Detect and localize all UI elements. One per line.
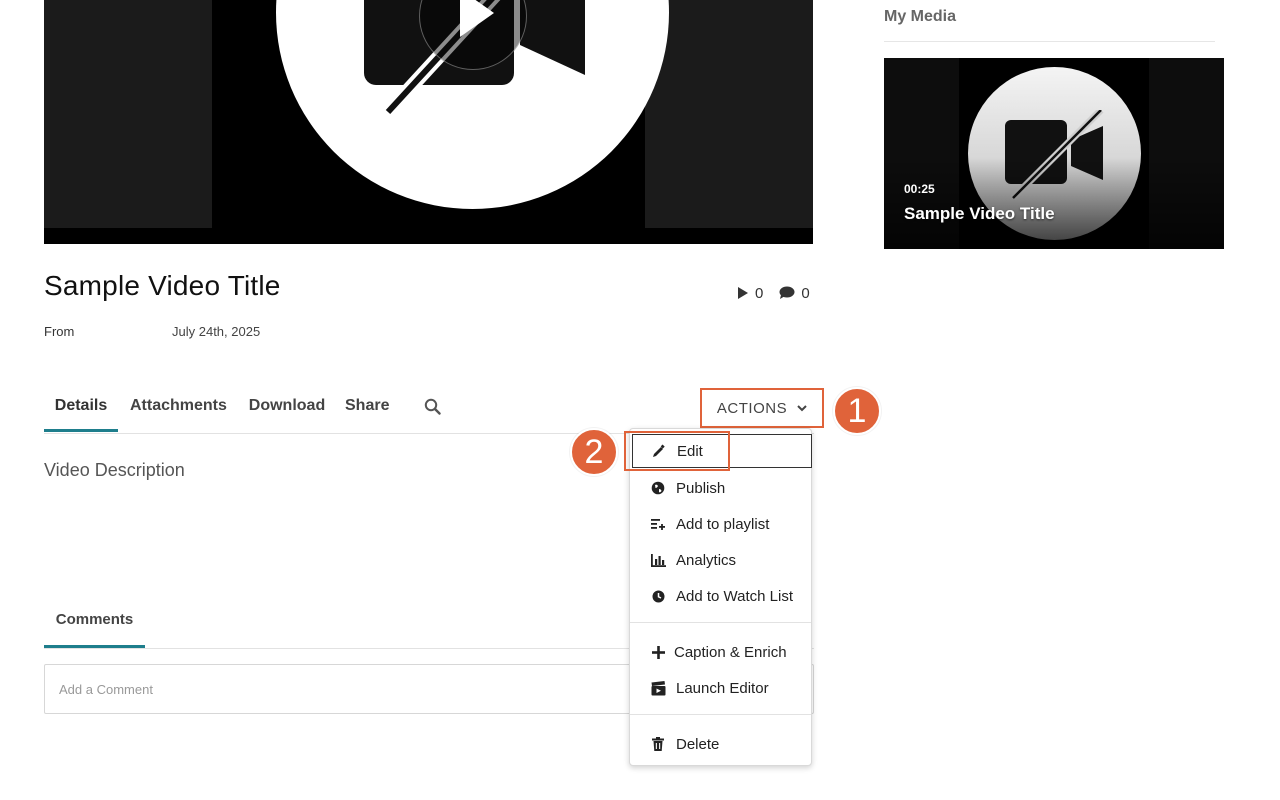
media-card[interactable]: 00:25 Sample Video Title [884, 58, 1224, 249]
card-title: Sample Video Title [904, 204, 1055, 223]
tab-download[interactable]: Download [247, 388, 327, 432]
video-title: Sample Video Title [44, 270, 281, 301]
actions-button[interactable]: ACTIONS [700, 388, 824, 428]
trash-icon [650, 736, 666, 752]
video-player[interactable] [44, 0, 813, 244]
menu-divider [630, 622, 811, 623]
callout-step-2: 2 [570, 428, 618, 476]
comments-stat: 0 [779, 284, 810, 302]
sidebar-divider [884, 41, 1215, 42]
menu-item-label: Add to Watch List [676, 587, 793, 605]
play-count-icon [738, 287, 748, 299]
menu-item-publish[interactable]: Publish [630, 471, 811, 505]
player-side-panel-right [645, 0, 813, 228]
menu-item-label: Publish [676, 479, 726, 497]
clock-icon [650, 588, 666, 604]
playlist-add-icon [650, 516, 666, 532]
callout-step-1: 1 [833, 387, 881, 435]
comments-count: 0 [801, 284, 810, 302]
play-button[interactable] [419, 0, 527, 70]
bar-chart-icon [650, 552, 666, 568]
video-description: Video Description [44, 460, 185, 480]
tab-share[interactable]: Share [345, 388, 389, 432]
video-stats: 0 0 [737, 283, 810, 303]
card-duration: 00:25 [904, 182, 935, 196]
plays-stat: 0 [737, 285, 763, 302]
menu-item-label: Edit [677, 442, 703, 460]
tab-comments[interactable]: Comments [44, 604, 145, 648]
actions-label: ACTIONS [716, 399, 788, 417]
chevron-down-icon [797, 404, 807, 411]
menu-item-add-to-watch-list[interactable]: Add to Watch List [630, 579, 811, 613]
menu-item-edit[interactable]: Edit [632, 434, 812, 468]
sidebar-title: My Media [884, 8, 957, 25]
menu-item-caption-enrich[interactable]: Caption & Enrich [630, 635, 811, 669]
menu-item-add-to-playlist[interactable]: Add to playlist [630, 507, 811, 541]
tab-details[interactable]: Details [44, 388, 118, 432]
tab-attachments[interactable]: Attachments [130, 388, 227, 432]
plus-icon [650, 644, 666, 660]
menu-item-launch-editor[interactable]: Launch Editor [630, 671, 811, 705]
player-side-panel-left [44, 0, 212, 228]
comment-bubble-icon [779, 286, 795, 299]
menu-item-label: Launch Editor [676, 679, 769, 697]
menu-item-delete[interactable]: Delete [630, 727, 811, 761]
upload-date: July 24th, 2025 [172, 324, 261, 339]
menu-item-label: Delete [676, 735, 720, 753]
play-icon [460, 0, 494, 37]
plays-count: 0 [755, 284, 764, 302]
menu-divider [630, 714, 811, 715]
from-label: From [44, 324, 75, 339]
menu-item-label: Caption & Enrich [674, 643, 787, 661]
clapperboard-icon [650, 680, 666, 696]
globe-icon [650, 480, 666, 496]
actions-menu: Edit Publish Add to playlist Analytics A… [629, 428, 812, 766]
pencil-icon [651, 443, 667, 459]
search-icon[interactable] [424, 398, 441, 415]
menu-item-label: Add to playlist [676, 515, 770, 533]
menu-item-label: Analytics [676, 551, 737, 569]
menu-item-analytics[interactable]: Analytics [630, 543, 811, 577]
